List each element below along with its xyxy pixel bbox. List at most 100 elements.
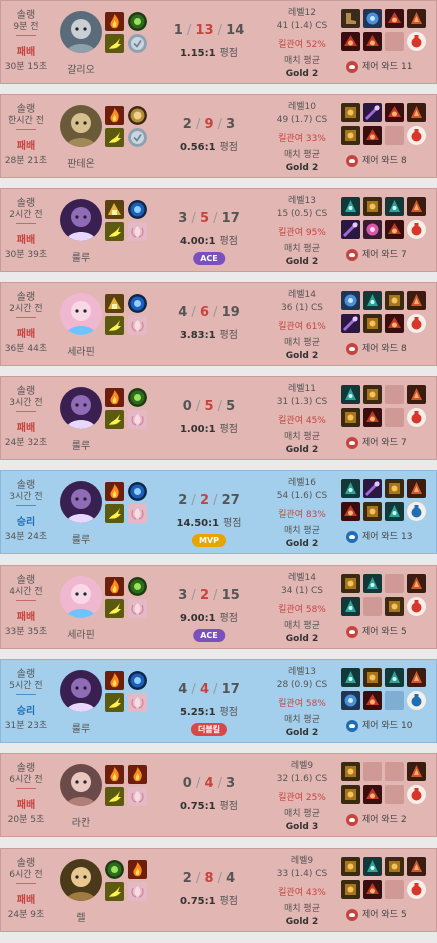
red-item-icon[interactable]	[385, 314, 404, 333]
flash-spell-icon[interactable]	[105, 504, 124, 523]
purple-item-icon[interactable]	[363, 479, 382, 498]
teal-item-icon[interactable]	[363, 291, 382, 310]
match-card[interactable]: 솔랭 3시간 전 패배 24분 32초 룰루 0 / 5 / 5 1.00:1 평점 레벨11 3…	[0, 376, 437, 460]
blue-spell-icon[interactable]	[128, 200, 147, 219]
flash-spell-icon[interactable]	[105, 787, 124, 806]
teal-item-icon[interactable]	[341, 385, 360, 404]
flash-spell-icon[interactable]	[105, 222, 124, 241]
teal-item-icon[interactable]	[341, 479, 360, 498]
champion-portrait[interactable]	[60, 293, 102, 335]
gold-spell-icon[interactable]	[105, 294, 124, 313]
green-spell-icon[interactable]	[128, 577, 147, 596]
red-item-icon[interactable]	[363, 880, 382, 899]
gold-item-icon[interactable]	[363, 197, 382, 216]
flash-spell-icon[interactable]	[105, 882, 124, 901]
champion-portrait[interactable]	[60, 11, 102, 53]
ignite-spell-icon[interactable]	[105, 577, 124, 596]
potion-item-icon[interactable]	[407, 314, 426, 333]
gold-item-icon[interactable]	[385, 479, 404, 498]
gold-item-icon[interactable]	[341, 857, 360, 876]
ignite-spell-icon[interactable]	[105, 388, 124, 407]
match-card[interactable]: 솔랭 3시간 전 승리 34분 24초 룰루 2 / 2 / 27 14.50:1 평점 MVP…	[0, 470, 437, 554]
pink-spell-icon[interactable]	[128, 410, 147, 429]
red-item-icon[interactable]	[341, 32, 360, 51]
gold-item-icon[interactable]	[385, 857, 404, 876]
gold-item-icon[interactable]	[363, 502, 382, 521]
champion-portrait[interactable]	[60, 576, 102, 618]
pink-spell-icon[interactable]	[128, 599, 147, 618]
match-card[interactable]: 솔랭 6시간 전 패배 24분 9초 렐 2 / 8 / 4 0.75:1 평점 레벨9 33 (…	[0, 848, 437, 932]
teal-item-icon[interactable]	[385, 197, 404, 216]
gold-item-icon[interactable]	[363, 668, 382, 687]
match-card[interactable]: 솔랭 5시간 전 승리 31분 23초 룰루 4 / 4 / 17 5.25:1 평점 더블킬 레…	[0, 659, 437, 743]
cleanse-spell-icon[interactable]	[128, 128, 147, 147]
red-item-icon[interactable]	[385, 9, 404, 28]
ignite-spell-icon[interactable]	[128, 860, 147, 879]
match-card[interactable]: 솔랭 2시간 전 패배 30분 39초 룰루 3 / 5 / 17 4.00:1 평점 ACE 레…	[0, 188, 437, 272]
ignite-spell-icon[interactable]	[105, 106, 124, 125]
ignite-spell-icon[interactable]	[128, 765, 147, 784]
trinket-item-icon[interactable]	[407, 668, 426, 687]
champion-portrait[interactable]	[60, 387, 102, 429]
flash-spell-icon[interactable]	[105, 410, 124, 429]
red-item-icon[interactable]	[363, 785, 382, 804]
match-card[interactable]: 솔랭 6시간 전 패배 20분 5초 라칸 0 / 4 / 3 0.75:1 평점 레벨9 32 …	[0, 753, 437, 837]
flash-spell-icon[interactable]	[105, 693, 124, 712]
blue-item-icon[interactable]	[363, 9, 382, 28]
champion-portrait[interactable]	[60, 859, 102, 901]
red-item-icon[interactable]	[341, 502, 360, 521]
potion-blue-item-icon[interactable]	[407, 691, 426, 710]
champion-portrait[interactable]	[60, 670, 102, 712]
trinket-item-icon[interactable]	[407, 103, 426, 122]
trinket-item-icon[interactable]	[407, 479, 426, 498]
red-item-icon[interactable]	[385, 103, 404, 122]
trinket-item-icon[interactable]	[407, 762, 426, 781]
teal-item-icon[interactable]	[363, 574, 382, 593]
ignite-spell-icon[interactable]	[105, 671, 124, 690]
teal-item-icon[interactable]	[341, 597, 360, 616]
ignite-spell-icon[interactable]	[105, 482, 124, 501]
potion-item-icon[interactable]	[407, 126, 426, 145]
ignite-spell-icon[interactable]	[105, 12, 124, 31]
pink-spell-icon[interactable]	[128, 787, 147, 806]
gold-item-icon[interactable]	[385, 597, 404, 616]
potion-item-icon[interactable]	[407, 880, 426, 899]
potion-item-icon[interactable]	[407, 220, 426, 239]
teal-item-icon[interactable]	[363, 857, 382, 876]
green-spell-icon[interactable]	[128, 388, 147, 407]
champion-portrait[interactable]	[60, 764, 102, 806]
flash-spell-icon[interactable]	[105, 128, 124, 147]
champion-portrait[interactable]	[60, 105, 102, 147]
flash-spell-icon[interactable]	[105, 34, 124, 53]
teal-item-icon[interactable]	[341, 668, 360, 687]
pink-spell-icon[interactable]	[128, 504, 147, 523]
potion-item-icon[interactable]	[407, 32, 426, 51]
ignite-spell-icon[interactable]	[105, 765, 124, 784]
boots-item-icon[interactable]	[341, 9, 360, 28]
gold-item-icon[interactable]	[341, 408, 360, 427]
match-card[interactable]: 솔랭 4시간 전 패배 33분 35초 세라핀 3 / 2 / 15 9.00:1 평점 ACE…	[0, 565, 437, 649]
pink-spell-icon[interactable]	[128, 693, 147, 712]
gold-item-icon[interactable]	[341, 762, 360, 781]
potion-item-icon[interactable]	[407, 597, 426, 616]
blue-item-icon[interactable]	[341, 691, 360, 710]
trinket-item-icon[interactable]	[407, 574, 426, 593]
pink-spell-icon[interactable]	[128, 222, 147, 241]
potion-blue-item-icon[interactable]	[407, 502, 426, 521]
champion-portrait[interactable]	[60, 199, 102, 241]
purple-item-icon[interactable]	[341, 314, 360, 333]
red-item-icon[interactable]	[363, 408, 382, 427]
lion-spell-icon[interactable]	[128, 106, 147, 125]
teal-item-icon[interactable]	[385, 668, 404, 687]
trinket-item-icon[interactable]	[407, 197, 426, 216]
gold-item-icon[interactable]	[341, 126, 360, 145]
red-item-icon[interactable]	[363, 691, 382, 710]
teal-item-icon[interactable]	[341, 197, 360, 216]
gold-item-icon[interactable]	[385, 291, 404, 310]
green-spell-icon[interactable]	[105, 860, 124, 879]
match-card[interactable]: 솔랭 한시간 전 패배 28분 21초 판테온 2 / 9 / 3 0.56:1 평점 레벨10…	[0, 94, 437, 178]
match-card[interactable]: 솔랭 2시간 전 패배 36분 44초 세라핀 4 / 6 / 19 3.83:1 평점 레벨1…	[0, 282, 437, 366]
pink-spell-icon[interactable]	[128, 882, 147, 901]
purple-item-icon[interactable]	[341, 220, 360, 239]
gold-item-icon[interactable]	[363, 385, 382, 404]
